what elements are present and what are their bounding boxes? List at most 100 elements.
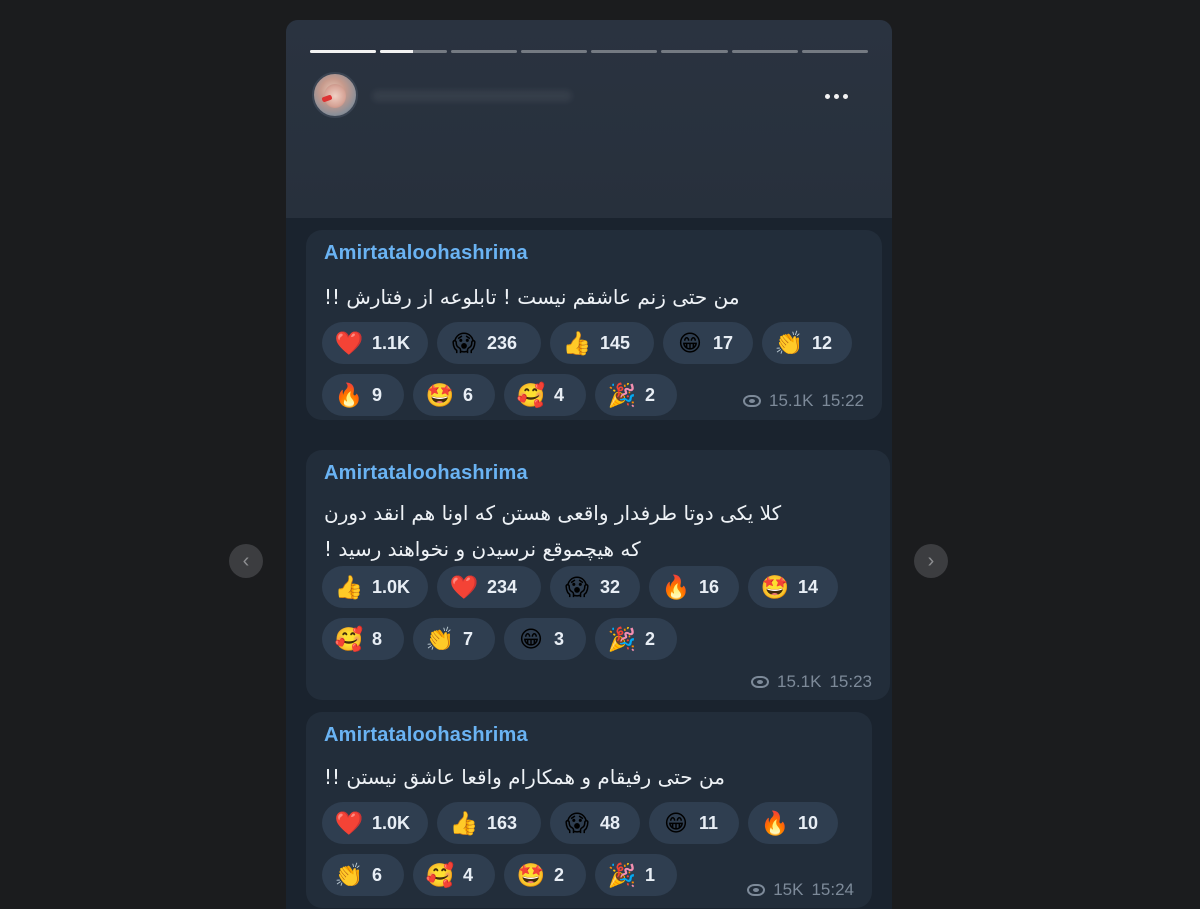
eye-icon xyxy=(751,676,770,688)
reaction-count: 11 xyxy=(699,812,719,833)
message-meta: 15.1K 15:23 xyxy=(751,672,872,692)
reaction-count: 14 xyxy=(798,576,819,597)
reaction-count: 7 xyxy=(463,628,474,649)
reaction-clap[interactable]: 👏 7 xyxy=(413,618,495,660)
message-text: من حتی رفیقام و همکارام واقعا عاشق نیستن… xyxy=(324,765,725,789)
next-story-button[interactable]: › xyxy=(914,544,948,578)
reaction-grin[interactable]: 😁 11 xyxy=(649,802,739,844)
reaction-smiling-hearts[interactable]: 🥰 8 xyxy=(322,618,404,660)
progress-segment xyxy=(380,50,447,53)
reaction-count: 6 xyxy=(372,864,383,885)
scream-icon: 😱 xyxy=(452,329,476,356)
message-bubble: Amirtataloohashrima من حتی زنم عاشقم نیس… xyxy=(306,230,882,420)
reaction-count: 234 xyxy=(487,576,518,597)
reaction-count: 48 xyxy=(600,812,621,833)
reaction-star-struck[interactable]: 🤩 14 xyxy=(748,566,838,608)
reaction-count: 3 xyxy=(554,628,565,649)
reaction-party-popper[interactable]: 🎉 2 xyxy=(595,618,677,660)
message-sender[interactable]: Amirtataloohashrima xyxy=(324,724,856,747)
progress-segment-fill xyxy=(380,50,414,53)
reaction-fire[interactable]: 🔥 16 xyxy=(649,566,739,608)
reaction-count: 1.0K xyxy=(372,576,411,597)
fire-icon: 🔥 xyxy=(760,809,790,836)
clap-icon: 👏 xyxy=(425,625,455,652)
reaction-star-struck[interactable]: 🤩 2 xyxy=(504,854,586,896)
eye-icon xyxy=(743,395,762,407)
smiling-hearts-icon: 🥰 xyxy=(516,381,546,408)
reaction-heart[interactable]: ❤️ 1.1K xyxy=(322,322,428,364)
chevron-right-icon: › xyxy=(927,549,935,572)
message-text-line-1: کلا یکی دوتا طرفدار واقعی هستن که اونا ه… xyxy=(324,501,782,525)
reaction-count: 1.1K xyxy=(372,332,411,353)
message-bubble: Amirtataloohashrima من حتی رفیقام و همکا… xyxy=(306,712,872,908)
reaction-count: 145 xyxy=(600,332,631,353)
progress-segment xyxy=(731,50,798,53)
reaction-count: 236 xyxy=(487,332,518,353)
reaction-count: 16 xyxy=(699,576,720,597)
star-struck-icon: 🤩 xyxy=(760,573,790,600)
view-count: 15.1K xyxy=(769,391,814,410)
reaction-smiling-hearts[interactable]: 🥰 4 xyxy=(413,854,495,896)
message-time: 15:22 xyxy=(821,391,864,410)
message-text-line-2: که هیچموقع نرسیدن و نخواهند رسید ! xyxy=(324,537,641,561)
grin-icon: 😁 xyxy=(519,625,543,652)
reaction-scream[interactable]: 😱 32 xyxy=(550,566,640,608)
reaction-grin[interactable]: 😁 3 xyxy=(504,618,586,660)
eye-icon xyxy=(747,884,766,896)
heart-icon: ❤️ xyxy=(449,573,479,600)
reaction-clap[interactable]: 👏 12 xyxy=(762,322,852,364)
heart-icon: ❤️ xyxy=(334,329,364,356)
view-count: 15K xyxy=(773,880,804,899)
progress-segment xyxy=(450,50,517,53)
reaction-thumbs-up[interactable]: 👍 145 xyxy=(550,322,654,364)
fire-icon: 🔥 xyxy=(661,573,691,600)
reaction-count: 1.0K xyxy=(372,812,411,833)
thumbs-up-icon: 👍 xyxy=(562,329,592,356)
star-struck-icon: 🤩 xyxy=(425,381,455,408)
scream-icon: 😱 xyxy=(565,809,589,836)
reaction-fire[interactable]: 🔥 10 xyxy=(748,802,838,844)
fire-icon: 🔥 xyxy=(334,381,364,408)
smiling-hearts-icon: 🥰 xyxy=(425,861,455,888)
reaction-count: 2 xyxy=(554,864,565,885)
message-sender[interactable]: Amirtataloohashrima xyxy=(324,242,866,265)
avatar[interactable] xyxy=(312,72,358,118)
reaction-heart[interactable]: ❤️ 1.0K xyxy=(322,802,428,844)
reaction-scream[interactable]: 😱 236 xyxy=(437,322,541,364)
party-popper-icon: 🎉 xyxy=(607,381,637,408)
reaction-count: 17 xyxy=(713,332,734,353)
party-popper-icon: 🎉 xyxy=(607,625,637,652)
reaction-smiling-hearts[interactable]: 🥰 4 xyxy=(504,374,586,416)
reaction-fire[interactable]: 🔥 9 xyxy=(322,374,404,416)
more-options-button[interactable] xyxy=(808,82,864,110)
progress-segment xyxy=(591,50,658,53)
message-text: من حتی زنم عاشقم نیست ! تابلوعه از رفتار… xyxy=(324,285,740,309)
message-time: 15:24 xyxy=(811,880,854,899)
previous-story-button[interactable]: ‹ xyxy=(229,544,263,578)
reaction-count: 9 xyxy=(372,384,383,405)
reaction-grin[interactable]: 😁 17 xyxy=(663,322,753,364)
reaction-count: 1 xyxy=(645,864,656,885)
reaction-count: 6 xyxy=(463,384,474,405)
reaction-thumbs-up[interactable]: 👍 163 xyxy=(437,802,541,844)
reaction-count: 4 xyxy=(554,384,565,405)
reaction-count: 163 xyxy=(487,812,518,833)
thumbs-up-icon: 👍 xyxy=(449,809,479,836)
story-header xyxy=(286,20,892,218)
reaction-party-popper[interactable]: 🎉 1 xyxy=(595,854,677,896)
reaction-heart[interactable]: ❤️ 234 xyxy=(437,566,541,608)
reaction-scream[interactable]: 😱 48 xyxy=(550,802,640,844)
reactions-row: 👍 1.0K ❤️ 234 😱 32 🔥 16 🤩 14 🥰 8 👏 7 😁 3 🎉 2 xyxy=(322,566,870,660)
reaction-thumbs-up[interactable]: 👍 1.0K xyxy=(322,566,428,608)
message-sender[interactable]: Amirtataloohashrima xyxy=(324,462,874,485)
reaction-count: 2 xyxy=(645,384,656,405)
grin-icon: 😁 xyxy=(678,329,702,356)
reaction-clap[interactable]: 👏 6 xyxy=(322,854,404,896)
star-struck-icon: 🤩 xyxy=(516,861,546,888)
heart-icon: ❤️ xyxy=(334,809,364,836)
progress-segment xyxy=(801,50,868,53)
reaction-party-popper[interactable]: 🎉 2 xyxy=(595,374,677,416)
story-progress-bar xyxy=(310,50,868,53)
reaction-star-struck[interactable]: 🤩 6 xyxy=(413,374,495,416)
view-count: 15.1K xyxy=(777,672,822,691)
